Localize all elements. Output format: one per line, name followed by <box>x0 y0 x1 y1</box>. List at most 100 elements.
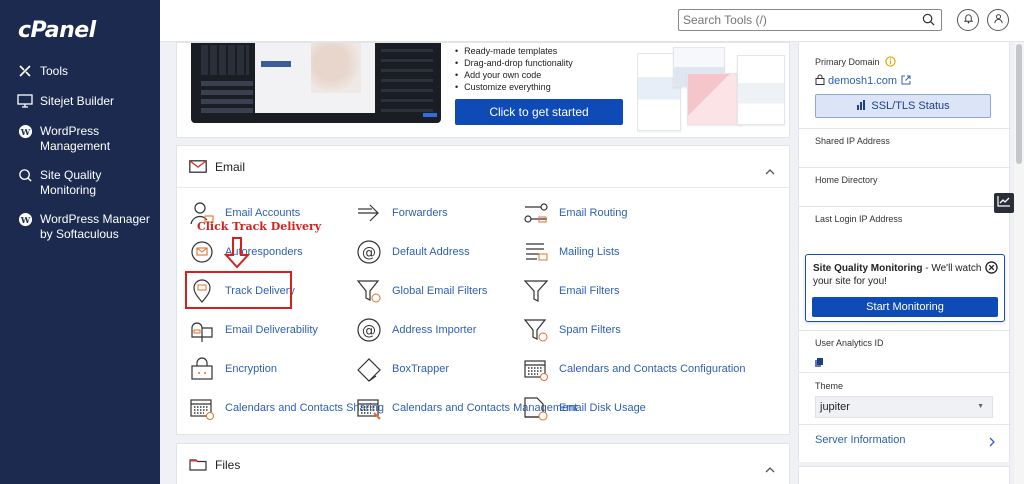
calendar-sharing-icon <box>187 393 217 423</box>
sidebar-item-label: Site Quality Monitoring <box>40 168 102 197</box>
bell-icon <box>963 11 974 29</box>
mailing-lists-icon <box>521 237 551 267</box>
scrollbar-thumb[interactable] <box>1016 44 1022 164</box>
primary-domain-label-text: Primary Domain <box>815 56 880 67</box>
sidebar-item-label: Tools <box>40 64 69 78</box>
copy-icon[interactable] <box>815 354 823 372</box>
files-section: Files <box>176 443 790 484</box>
wordpress-icon: W <box>16 210 34 228</box>
tool-label: Forwarders <box>392 206 448 219</box>
search-icon[interactable] <box>922 13 935 31</box>
calendars-configuration-link[interactable]: Calendars and Contacts Configuration <box>521 354 746 384</box>
feature-item: Add your own code <box>455 69 573 81</box>
wordpress-icon: W <box>16 122 34 140</box>
line-chart-icon <box>997 194 1011 212</box>
user-icon <box>993 11 1004 29</box>
email-section-header[interactable]: Email <box>177 146 789 188</box>
tool-label: Spam Filters <box>559 323 621 336</box>
site-quality-icon <box>16 166 34 184</box>
tools-icon <box>16 62 34 80</box>
stats-panel: Primary Domain demosh1.com SSL/TLS Statu… <box>798 42 1011 462</box>
home-directory-label: Home Directory <box>815 175 878 185</box>
stats-chart-button[interactable] <box>994 193 1014 213</box>
global-filters-icon <box>354 276 384 306</box>
calendar-config-icon <box>521 354 551 384</box>
sqm-text: Site Quality Monitoring - We'll watch yo… <box>813 262 983 288</box>
disk-usage-icon <box>521 393 551 423</box>
feature-item: Drag-and-drop functionality <box>455 57 573 69</box>
feature-item: Customize everything <box>455 81 573 93</box>
bar-chart-icon <box>856 99 866 113</box>
external-link-icon <box>901 75 911 88</box>
analytics-label: User Analytics ID <box>815 338 884 348</box>
envelope-icon <box>189 160 207 178</box>
feature-list: Ready-made templates Drag-and-drop funct… <box>455 45 573 93</box>
sidebar-item-sitejet[interactable]: Sitejet Builder <box>0 92 160 110</box>
sidebar-item-wordpress-management[interactable]: W WordPress Management <box>0 122 160 154</box>
default-address-link[interactable]: @ Default Address <box>354 237 470 267</box>
top-header <box>160 0 1024 42</box>
email-filters-link[interactable]: Email Filters <box>521 276 620 306</box>
spam-filters-icon <box>521 315 551 345</box>
boxtrapper-link[interactable]: BoxTrapper <box>354 354 449 384</box>
user-menu-button[interactable] <box>987 9 1009 31</box>
email-filters-icon <box>521 276 551 306</box>
template-previews <box>637 47 787 135</box>
stats-card-bottom <box>798 466 1010 484</box>
tool-label: Email Accounts <box>225 206 301 219</box>
mailing-lists-link[interactable]: Mailing Lists <box>521 237 620 267</box>
tool-label: BoxTrapper <box>392 362 450 375</box>
server-information-link[interactable]: Server Information <box>815 434 905 446</box>
ssl-status-button[interactable]: SSL/TLS Status <box>815 94 991 118</box>
address-importer-link[interactable]: @ Address Importer <box>354 315 476 345</box>
section-title: Email <box>215 160 246 174</box>
start-monitoring-button[interactable]: Start Monitoring <box>812 297 998 317</box>
deliverability-icon <box>187 315 217 345</box>
tool-label: Email Routing <box>559 206 628 219</box>
encryption-icon <box>187 354 217 384</box>
tool-label: Global Email Filters <box>392 284 488 297</box>
svg-text:@: @ <box>362 323 376 339</box>
notifications-button[interactable] <box>957 9 979 31</box>
chevron-up-icon[interactable] <box>765 162 775 180</box>
sidebar-item-wp-softaculous[interactable]: W WordPress Manager by Softaculous <box>0 210 160 242</box>
boxtrapper-icon <box>354 354 384 384</box>
chevron-up-icon[interactable] <box>765 460 775 478</box>
encryption-link[interactable]: Encryption <box>187 354 277 384</box>
primary-domain-link[interactable]: demosh1.com <box>815 74 911 88</box>
files-section-header[interactable]: Files <box>177 444 789 484</box>
info-icon[interactable] <box>885 56 896 69</box>
feature-item: Ready-made templates <box>455 45 573 57</box>
theme-value: jupiter <box>820 401 850 413</box>
theme-select[interactable]: jupiter ▼ <box>815 396 993 418</box>
email-deliverability-link[interactable]: Email Deliverability <box>187 315 318 345</box>
tool-label: Address Importer <box>392 323 477 336</box>
get-started-button[interactable]: Click to get started <box>455 99 623 125</box>
sidebar: cPanel Tools Sitejet Builder W WordPress… <box>0 0 160 484</box>
calendar-management-icon <box>354 393 384 423</box>
sidebar-item-tools[interactable]: Tools <box>0 62 160 80</box>
search-box[interactable] <box>678 9 942 31</box>
forwarders-link[interactable]: Forwarders <box>354 198 448 228</box>
cpanel-logo[interactable]: cPanel <box>18 18 96 43</box>
email-disk-usage-link[interactable]: Email Disk Usage <box>521 393 646 423</box>
svg-text:W: W <box>19 214 30 224</box>
close-icon[interactable] <box>985 261 998 279</box>
sitejet-banner: Ready-made templates Drag-and-drop funct… <box>176 42 790 138</box>
search-input[interactable] <box>679 10 909 30</box>
sitejet-icon <box>16 92 34 110</box>
ssl-status-text: SSL/TLS Status <box>871 100 950 112</box>
tool-label: Email Deliverability <box>225 323 318 336</box>
spam-filters-link[interactable]: Spam Filters <box>521 315 621 345</box>
email-routing-icon <box>521 198 551 228</box>
email-routing-link[interactable]: Email Routing <box>521 198 627 228</box>
site-quality-card: Site Quality Monitoring - We'll watch yo… <box>805 254 1005 322</box>
global-email-filters-link[interactable]: Global Email Filters <box>354 276 487 306</box>
sidebar-item-label: WordPress Management <box>40 124 111 153</box>
builder-screenshot <box>191 43 441 123</box>
sidebar-item-label: WordPress Manager by Softaculous <box>40 212 150 241</box>
sidebar-item-site-quality[interactable]: Site Quality Monitoring <box>0 166 160 198</box>
autoresponders-icon <box>187 237 217 267</box>
caret-down-icon: ▼ <box>977 403 984 410</box>
chevron-right-icon[interactable] <box>989 434 995 452</box>
